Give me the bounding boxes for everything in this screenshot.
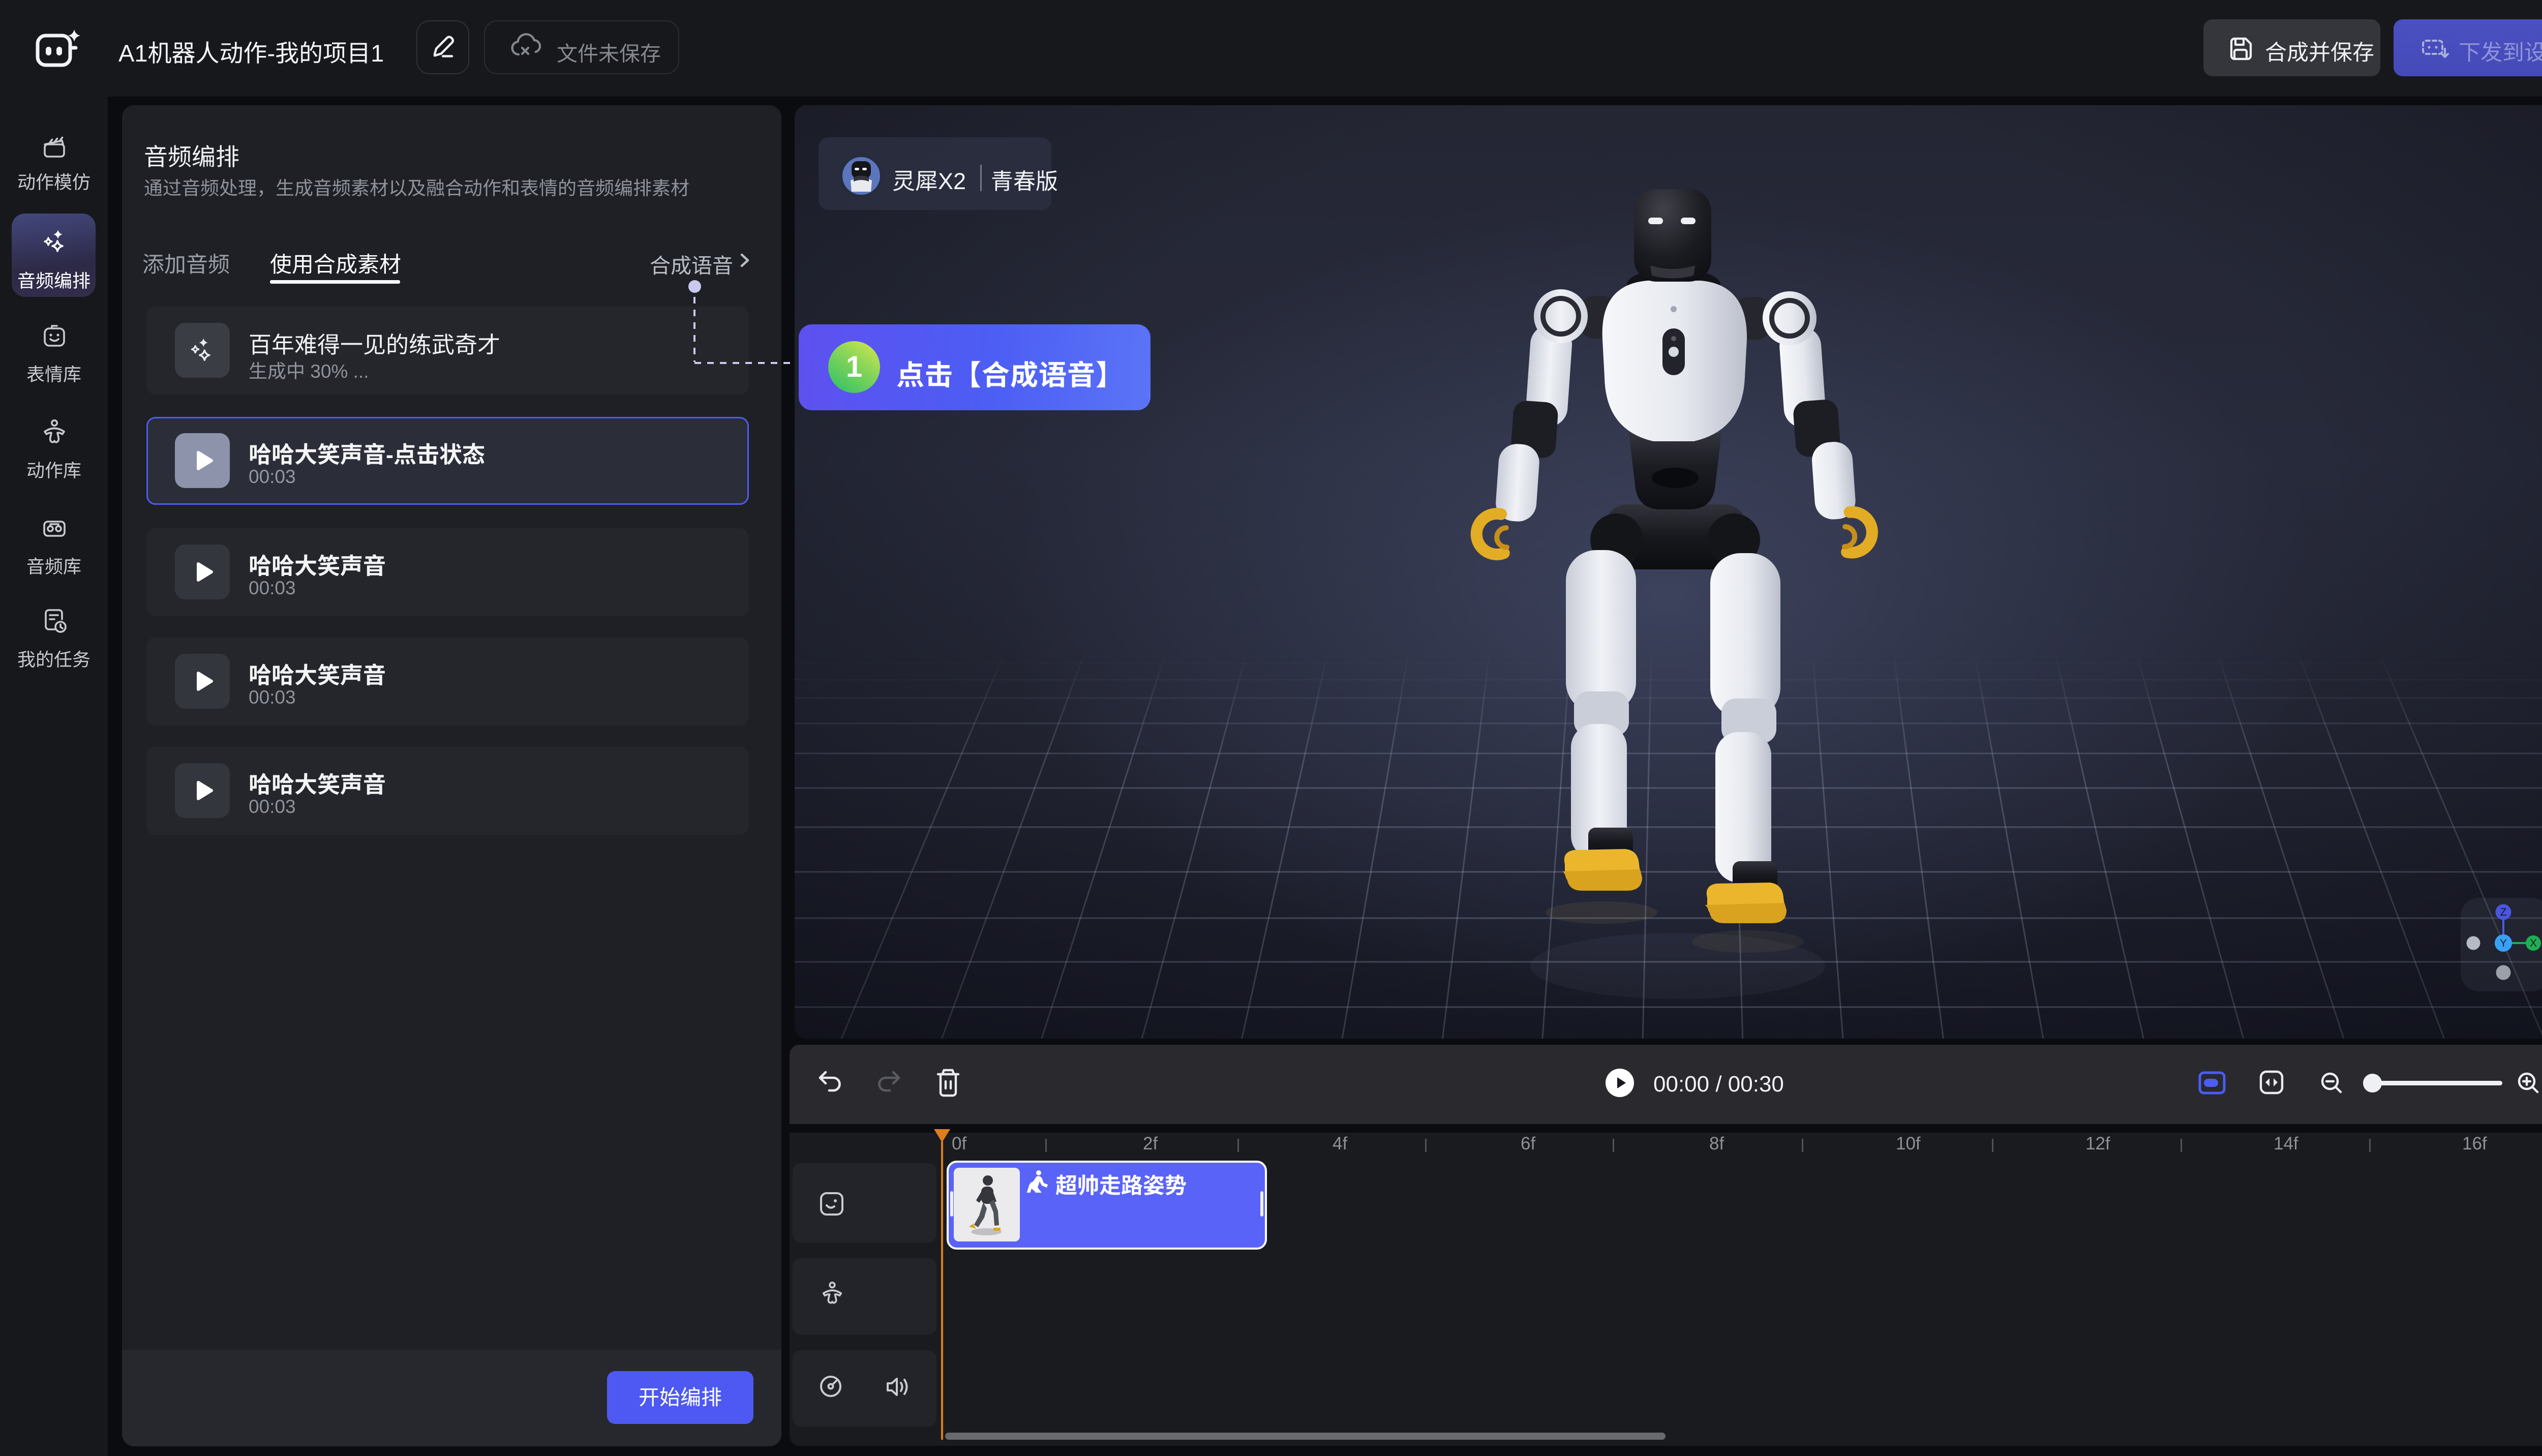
svg-text:X: X bbox=[2530, 937, 2537, 949]
svg-text:Y: Y bbox=[2500, 937, 2507, 949]
svg-text:Z: Z bbox=[2500, 906, 2507, 918]
